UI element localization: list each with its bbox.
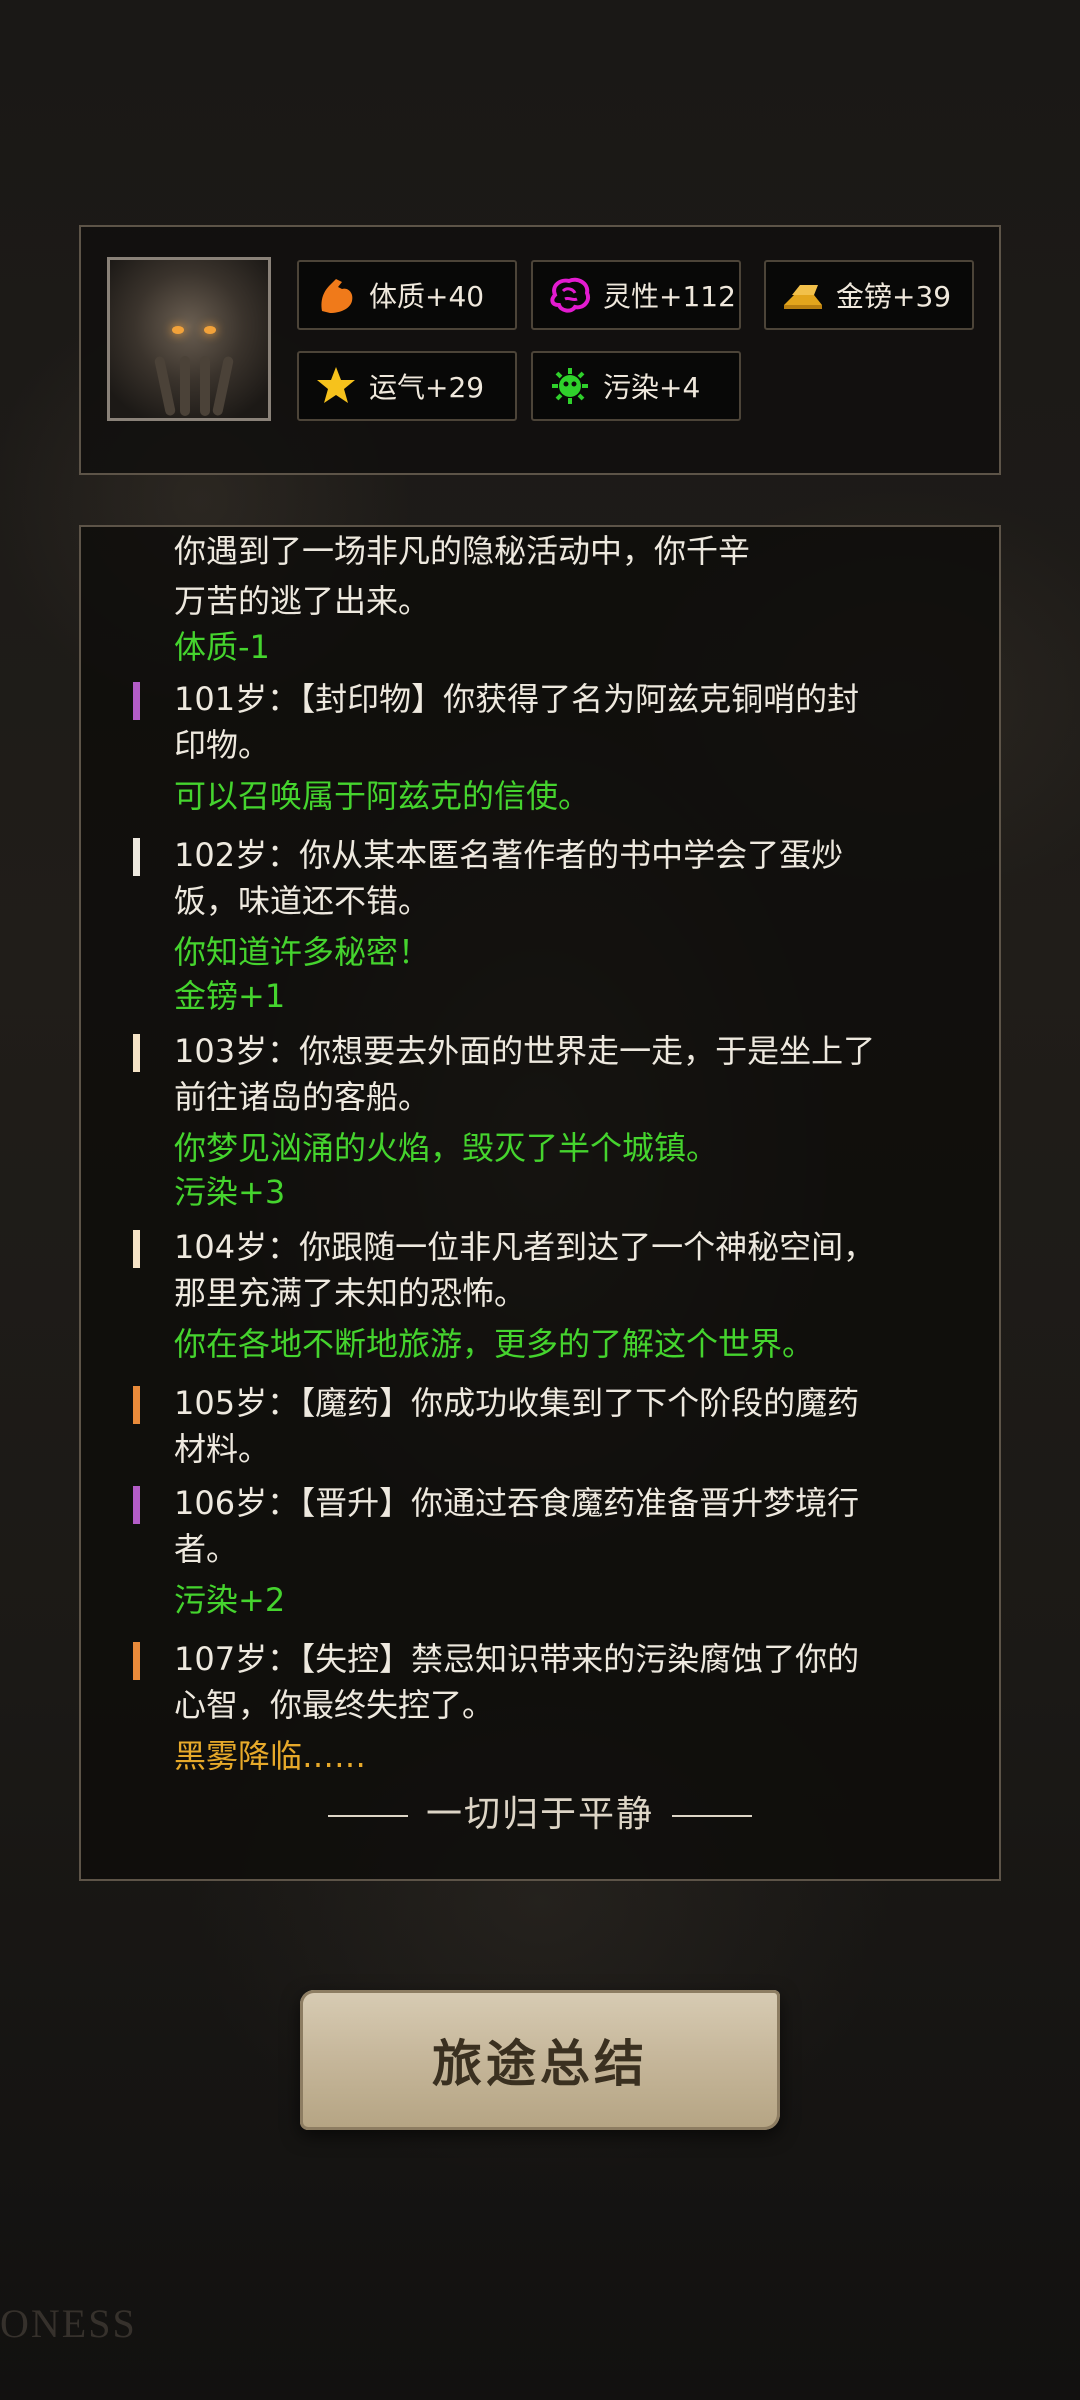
log-line: 金镑+1: [174, 977, 286, 1015]
log-line: 105岁：【魔药】你成功收集到了下个阶段的魔药: [174, 1384, 860, 1422]
log-line: 106岁：【晋升】你通过吞食魔药准备晋升梦境行: [174, 1484, 860, 1522]
log-line: 你遇到了一场非凡的隐秘活动中，你千辛: [174, 532, 751, 570]
stat-luck: 运气+29: [297, 351, 517, 421]
log-line: 者。: [174, 1530, 239, 1568]
log-line: 印物。: [174, 726, 271, 764]
star-icon: [313, 363, 359, 409]
muscle-icon: [313, 272, 359, 318]
log-line: 你梦见汹涌的火焰，毁灭了半个城镇。: [174, 1129, 719, 1167]
log-line: 107岁：【失控】禁忌知识带来的污染腐蚀了你的: [174, 1640, 860, 1678]
log-line: 污染+2: [174, 1581, 286, 1619]
life-log-panel[interactable]: 你遇到了一场非凡的隐秘活动中，你千辛 万苦的逃了出来。 体质-1 101岁：【封…: [79, 525, 1001, 1881]
divider-line-left: [327, 1815, 408, 1817]
entry-marker: [133, 1230, 140, 1268]
log-line: 那里充满了未知的恐怖。: [174, 1274, 527, 1312]
log-line: 心智，你最终失控了。: [174, 1686, 495, 1724]
log-line: 污染+3: [174, 1173, 286, 1211]
divider-line-right: [672, 1815, 752, 1817]
log-line: 前往诸岛的客船。: [174, 1078, 431, 1116]
log-line: 饭，味道还不错。: [174, 882, 431, 920]
entry-marker: [133, 682, 140, 720]
log-line: 你在各地不断地旅游，更多的了解这个世界。: [174, 1325, 815, 1363]
ending-text: 一切归于平静: [425, 1794, 654, 1835]
log-line: 102岁：你从某本匿名著作者的书中学会了蛋炒: [174, 836, 844, 874]
log-line: 你知道许多秘密！: [174, 933, 431, 971]
ending-divider: 一切归于平静: [81, 1785, 999, 1837]
virus-icon: [547, 363, 593, 409]
log-line: 104岁：你跟随一位非凡者到达了一个神秘空间，: [174, 1228, 876, 1266]
log-line: 黑雾降临……: [174, 1737, 367, 1775]
entry-marker: [133, 1486, 140, 1524]
brain-icon: [547, 272, 593, 318]
entry-marker: [133, 1642, 140, 1680]
log-line: 101岁：【封印物】你获得了名为阿兹克铜哨的封: [174, 680, 860, 718]
log-line: 材料。: [174, 1430, 271, 1468]
journey-summary-label: 旅途总结: [432, 2034, 648, 2093]
log-line: 可以召唤属于阿兹克的信使。: [174, 777, 591, 815]
entry-marker: [133, 838, 140, 876]
log-line: 103岁：你想要去外面的世界走一走，于是坐上了: [174, 1032, 876, 1070]
background-watermark: ONESS: [0, 2301, 137, 2346]
stats-panel: 体质+40 灵性+112 金镑+39 运气+29 污染+4: [79, 225, 1001, 475]
stat-constitution: 体质+40: [297, 260, 517, 330]
character-avatar[interactable]: [107, 257, 271, 421]
stat-pollution: 污染+4: [531, 351, 741, 421]
entry-marker: [133, 1034, 140, 1072]
stat-gold-pounds: 金镑+39: [764, 260, 974, 330]
stat-spirituality: 灵性+112: [531, 260, 741, 330]
gold-bars-icon: [780, 272, 826, 318]
log-line: 万苦的逃了出来。: [174, 582, 431, 620]
entry-marker: [133, 1386, 140, 1424]
journey-summary-button[interactable]: 旅途总结: [300, 1990, 780, 2130]
log-line: 体质-1: [174, 628, 270, 666]
